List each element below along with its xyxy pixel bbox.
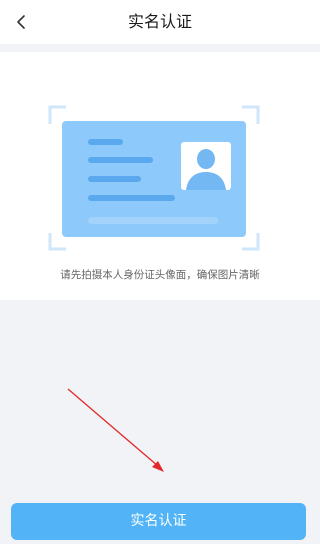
page-title: 实名认证 <box>127 12 192 31</box>
id-card-illustration <box>48 105 260 251</box>
verify-button[interactable]: 实名认证 <box>11 503 306 540</box>
id-card-panel: 请先拍摄本人身份证头像面，确保图片清晰 <box>0 52 320 300</box>
photo-tip: 请先拍摄本人身份证头像面，确保图片清晰 <box>60 269 260 281</box>
nav-bar: 实名认证 <box>0 0 320 44</box>
